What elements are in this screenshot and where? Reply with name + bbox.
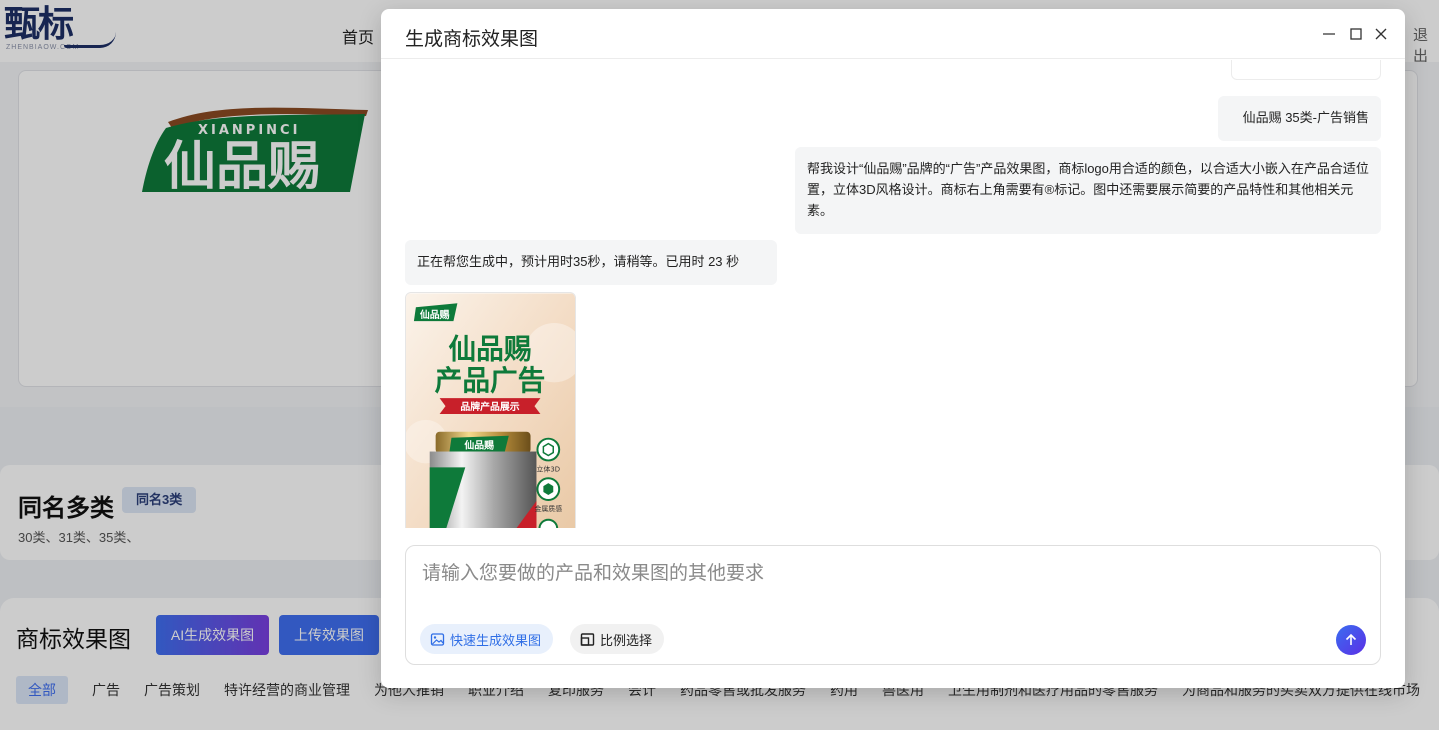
prompt-input[interactable] — [422, 558, 1352, 608]
poster-logo: 仙品赐 — [420, 308, 450, 321]
ratio-select-label: 比例选择 — [600, 632, 653, 648]
close-icon — [1375, 28, 1387, 40]
ratio-select-button[interactable]: 比例选择 — [570, 624, 665, 654]
poster-headline-2: 产品广告 — [435, 364, 546, 397]
dialog-title: 生成商标效果图 — [405, 29, 539, 50]
poster-feature-1: 立体3D — [537, 464, 561, 473]
minimize-button[interactable] — [1319, 24, 1339, 44]
maximize-icon — [1350, 28, 1362, 40]
prompt-input-box: 快速生成效果图 比例选择 — [405, 545, 1381, 665]
poster-ribbon: 品牌产品展示 — [460, 400, 519, 413]
send-button[interactable] — [1336, 625, 1366, 655]
assistant-progress-message: 正在帮您生成中，预计用时35秒，请稍等。已用时 23 秒 — [405, 240, 777, 285]
dialog-header: 生成商标效果图 — [381, 9, 1405, 59]
aspect-ratio-icon — [580, 632, 595, 646]
minimize-icon — [1323, 33, 1335, 35]
close-button[interactable] — [1371, 24, 1391, 44]
arrow-up-icon — [1345, 633, 1357, 645]
poster-can-logo: 仙品赐 — [464, 439, 494, 452]
user-message-brand: 仙品赐 35类-广告销售 — [1218, 96, 1381, 141]
poster-feature-2: 金属质感 — [534, 504, 562, 513]
generate-effect-dialog: 生成商标效果图 仙品赐 35类-广告销售 帮我设计“仙品赐”品牌的“广告”产品效… — [381, 9, 1405, 688]
quick-generate-label: 快速生成效果图 — [450, 632, 542, 648]
user-message-request: 帮我设计“仙品赐”品牌的“广告”产品效果图，商标logo用合适的颜色，以合适大小… — [795, 147, 1381, 234]
chat-messages[interactable]: 仙品赐 35类-广告销售 帮我设计“仙品赐”品牌的“广告”产品效果图，商标log… — [381, 60, 1405, 528]
maximize-button[interactable] — [1346, 24, 1366, 44]
message-bubble-partial — [1231, 60, 1381, 80]
quick-generate-button[interactable]: 快速生成效果图 — [420, 624, 554, 654]
generated-effect-image[interactable]: 仙品赐 仙品赐 产品广告 品牌产品展示 仙品赐 立体3D 金属质感 — [405, 292, 576, 528]
image-icon — [430, 632, 445, 646]
poster-headline-1: 仙品赐 — [449, 333, 532, 366]
